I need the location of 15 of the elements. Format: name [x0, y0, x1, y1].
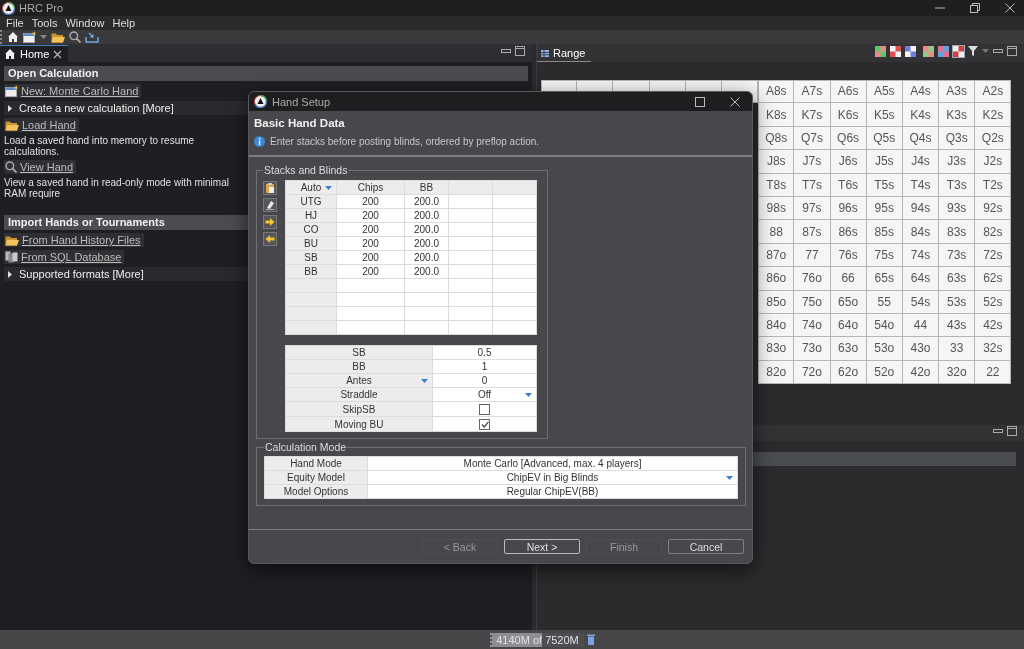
- group-title: Stacks and Blinds: [263, 164, 349, 176]
- window-title: HRC Pro: [19, 2, 63, 14]
- tab-label: Home: [20, 48, 50, 60]
- column-header: BB: [404, 180, 449, 195]
- group-title: Calculation Mode: [264, 441, 348, 453]
- tab-label: Range: [553, 47, 586, 59]
- description: Load a saved hand into memory to resume calculations.: [4, 135, 196, 157]
- column-header: Chips: [336, 180, 405, 195]
- row-header: SB: [285, 345, 433, 360]
- section-header: Open Calculation: [4, 66, 528, 81]
- page-heading: Basic Hand Data: [254, 117, 346, 129]
- info-text: Enter stacks before posting blinds, ordered by preflop action.: [270, 136, 540, 147]
- row-header: Hand Mode: [264, 456, 368, 471]
- dialog-title: Hand Setup: [272, 95, 331, 108]
- description: View a saved hand in read-only mode with minimal RAM require: [4, 177, 230, 199]
